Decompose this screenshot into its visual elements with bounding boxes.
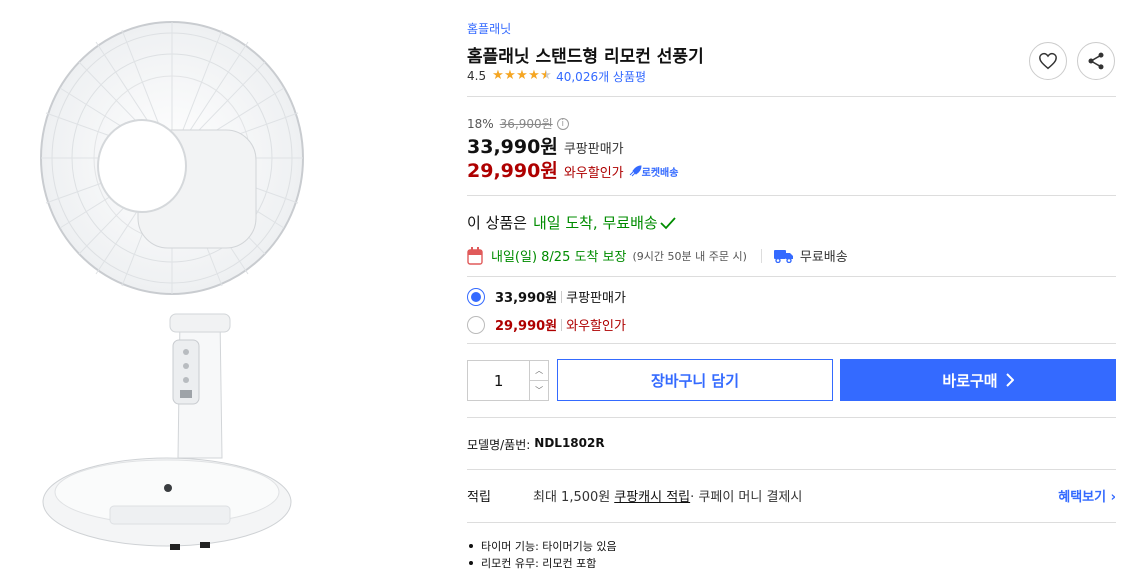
arrival-date: 내일(일) 8/25 도착 보장 — [491, 250, 627, 265]
separator — [561, 290, 563, 303]
sale-price-row: 33,990원 쿠팡판매가 — [467, 132, 624, 159]
rocket-delivery-badge: 로켓배송 — [628, 164, 679, 179]
bullet-text: 타이머 기능: 타이머기능 있음 — [481, 539, 617, 553]
divider — [467, 195, 1116, 196]
buy-now-label: 바로구매 — [942, 371, 998, 390]
reward-label: 적립 — [467, 490, 491, 505]
share-button[interactable] — [1077, 42, 1115, 80]
chevron-right-icon — [1005, 373, 1014, 387]
star-icon: ★ — [516, 68, 528, 83]
rating-row: 4.5 ★ ★ ★ ★ ★ 40,026개 상품평 — [467, 67, 646, 85]
review-count-link[interactable]: 40,026개 상품평 — [556, 68, 646, 85]
divider — [467, 276, 1116, 277]
arrival-detail-row: 내일(일) 8/25 도착 보장 (9시간 50분 내 주문 시) 무료배송 — [467, 246, 848, 265]
quantity-steps: ︿ ﹀ — [530, 361, 548, 400]
sale-price: 33,990원 — [467, 136, 558, 158]
separator — [760, 248, 762, 263]
quantity-decrease-button[interactable]: ﹀ — [530, 380, 548, 400]
price-option-coupang[interactable]: 33,990원 쿠팡판매가 — [467, 287, 626, 306]
reward-row: 적립 최대 1,500원 쿠팡캐시 적립 · 쿠페이 머니 결제시 혜택보기 › — [467, 486, 1116, 505]
buy-now-button[interactable]: 바로구매 — [840, 359, 1116, 401]
model-label: 모델명/품번: — [467, 438, 531, 452]
radio-selected[interactable] — [467, 287, 485, 306]
brand-link[interactable]: 홈플래닛 — [467, 20, 511, 37]
chevron-right-icon: › — [1110, 490, 1116, 505]
model-row: 모델명/품번: NDL1802R — [467, 436, 605, 453]
check-icon — [660, 216, 676, 229]
bullet-dot — [469, 543, 473, 548]
list-item: 리모컨 유무: 리모컨 포함 — [467, 554, 617, 569]
arrival-cutoff-note: (9시간 50분 내 주문 시) — [632, 249, 747, 263]
radio-unselected[interactable] — [467, 315, 485, 334]
option-price: 29,990원 — [495, 319, 558, 334]
product-title: 홈플래닛 스탠드형 리모컨 선풍기 — [467, 47, 704, 67]
calendar-icon — [467, 246, 483, 265]
discount-rate: 18% — [467, 116, 494, 131]
bullet-text: 리모컨 유무: 리모컨 포함 — [481, 556, 597, 569]
rating-stars[interactable]: ★ ★ ★ ★ ★ — [492, 68, 552, 83]
original-price: 36,900원 — [499, 117, 553, 131]
reward-suffix: · 쿠페이 머니 결제시 — [690, 490, 803, 505]
rocket-delivery-label: 로켓배송 — [641, 167, 679, 179]
divider — [467, 522, 1116, 523]
sale-price-label: 쿠팡판매가 — [563, 142, 624, 157]
wow-price-label: 와우할인가 — [563, 166, 624, 181]
original-price-row: 18% 36,900원 i — [467, 115, 569, 132]
wow-price: 29,990원 — [467, 160, 558, 182]
fan-illustration — [40, 21, 304, 550]
wishlist-button[interactable] — [1029, 42, 1067, 80]
arrival-prefix: 이 상품은 — [467, 214, 527, 232]
free-shipping-label: 무료배송 — [799, 250, 848, 265]
half-star-icon: ★ — [540, 68, 552, 83]
option-label: 쿠팡판매가 — [566, 291, 626, 306]
option-price: 33,990원 — [495, 291, 558, 306]
arrival-headline: 이 상품은 내일 도착, 무료배송 — [467, 212, 676, 233]
wow-price-row: 29,990원 와우할인가 로켓배송 — [467, 156, 678, 183]
divider — [467, 417, 1116, 418]
truck-icon — [773, 249, 793, 263]
divider — [467, 343, 1116, 344]
product-info: 홈플래닛 홈플래닛 스탠드형 리모컨 선풍기 4.5 ★ ★ ★ ★ ★ 40,… — [467, 0, 1116, 569]
quantity-input[interactable]: 1 — [468, 361, 531, 400]
benefit-view-label: 혜택보기 — [1058, 490, 1107, 505]
bullet-dot — [469, 560, 473, 565]
reward-prefix: 최대 1,500원 — [533, 490, 611, 505]
share-icon — [1088, 52, 1104, 70]
info-icon[interactable]: i — [556, 117, 569, 130]
list-item: 타이머 기능: 타이머기능 있음 — [467, 537, 617, 554]
star-icon: ★ — [492, 68, 504, 83]
quantity-increase-button[interactable]: ︿ — [530, 361, 548, 380]
separator — [561, 318, 563, 331]
arrival-highlight: 내일 도착, 무료배송 — [532, 214, 658, 232]
chevron-down-icon: ﹀ — [535, 386, 544, 395]
product-image — [30, 18, 330, 558]
star-icon: ★ — [504, 68, 516, 83]
rocket-icon — [629, 165, 642, 177]
rating-value: 4.5 — [467, 69, 487, 83]
spec-bullets: 타이머 기능: 타이머기능 있음 리모컨 유무: 리모컨 포함 — [467, 537, 617, 569]
chevron-up-icon: ︿ — [535, 366, 544, 375]
divider — [467, 96, 1116, 97]
quantity-stepper[interactable]: 1 ︿ ﹀ — [467, 360, 549, 401]
price-option-wow[interactable]: 29,990원 와우할인가 — [467, 315, 626, 334]
model-value: NDL1802R — [534, 436, 605, 450]
divider — [467, 469, 1116, 470]
benefit-view-link[interactable]: 혜택보기 › — [1058, 486, 1116, 505]
heart-icon — [1039, 52, 1057, 70]
star-icon: ★ — [528, 68, 540, 83]
coupang-cash-link[interactable]: 쿠팡캐시 적립 — [614, 486, 690, 505]
add-to-cart-button[interactable]: 장바구니 담기 — [557, 359, 833, 401]
option-label: 와우할인가 — [566, 319, 626, 334]
